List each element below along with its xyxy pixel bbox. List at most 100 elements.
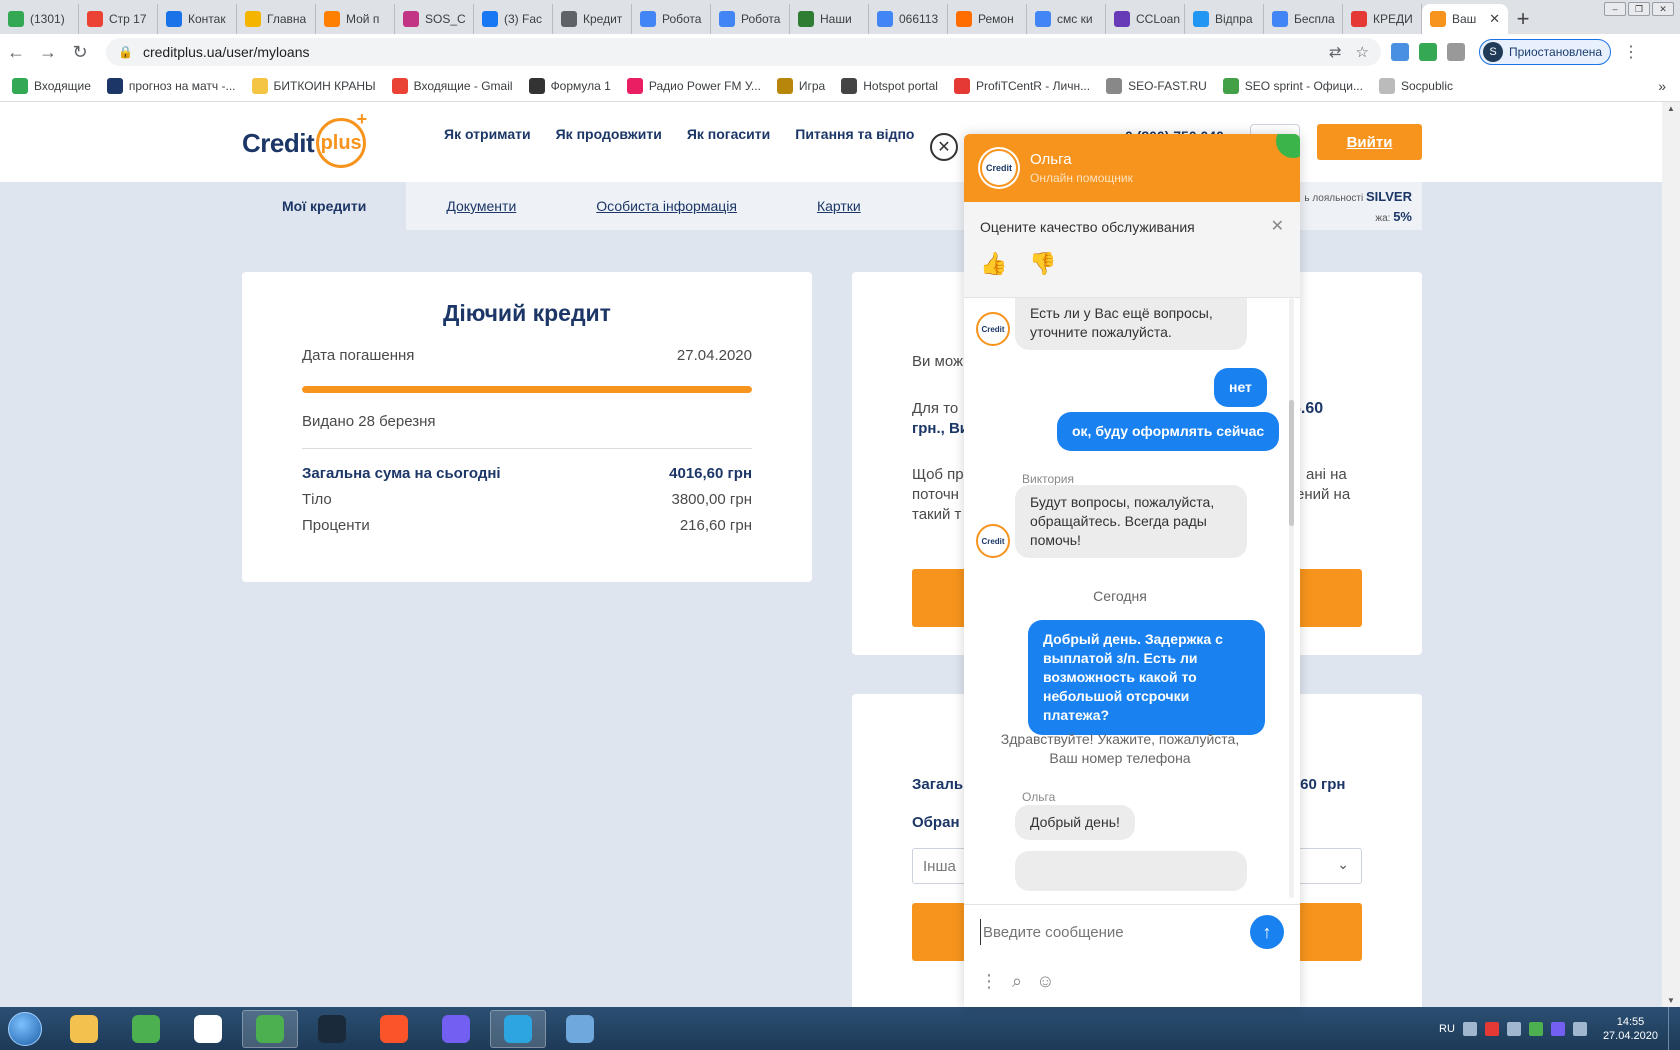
volume-icon[interactable] — [1462, 1021, 1477, 1036]
taskbar-app-viber[interactable] — [428, 1010, 484, 1048]
bookmark-item[interactable]: Игра — [776, 77, 825, 94]
bookmark-item[interactable]: прогноз на матч -... — [106, 77, 236, 94]
nav-how-to-extend[interactable]: Як продовжити — [556, 126, 662, 142]
paperclip-icon[interactable]: ⌕ — [1012, 971, 1022, 992]
extension-icon[interactable] — [1419, 43, 1437, 61]
reload-button[interactable]: ↻ — [64, 36, 96, 68]
browser-tab[interactable]: Стр 17 — [79, 4, 158, 34]
url-field[interactable]: 🔒 creditplus.ua/user/myloans ⇄ ☆ — [106, 38, 1381, 66]
start-button[interactable] — [0, 1007, 50, 1050]
tab-my-credits[interactable]: Мої кредити — [242, 182, 407, 230]
taskbar-app-chrome[interactable] — [242, 1009, 298, 1048]
tab-cards[interactable]: Картки — [777, 182, 901, 230]
bookmark-item[interactable]: ProfiTCentR - Личн... — [953, 77, 1090, 94]
browser-tab[interactable]: Наши — [790, 4, 869, 34]
bookmark-item[interactable]: Входящие — [12, 77, 91, 94]
chrome-tray-icon[interactable] — [1528, 1021, 1543, 1036]
extension-icon[interactable] — [1447, 43, 1465, 61]
chat-scroll-track[interactable] — [1289, 298, 1294, 898]
browser-tab[interactable]: Контак — [158, 4, 237, 34]
taskbar-app-nox[interactable] — [304, 1010, 360, 1048]
nav-faq[interactable]: Питання та відпо — [795, 126, 914, 142]
emoji-icon[interactable]: ☺ — [1036, 971, 1054, 992]
message-input[interactable] — [980, 919, 1240, 945]
translate-icon[interactable]: ⇄ — [1329, 43, 1342, 61]
maximize-icon[interactable]: ❐ — [1628, 2, 1650, 16]
taskbar-app-brave[interactable] — [366, 1010, 422, 1048]
bookmark-item[interactable]: БИТКОИН КРАНЫ — [251, 77, 376, 94]
taskbar-app-explorer[interactable] — [56, 1010, 112, 1048]
browser-tab[interactable]: Главна — [237, 4, 316, 34]
taskbar-app-telegram[interactable] — [490, 1009, 546, 1048]
close-tab-icon[interactable]: ✕ — [1489, 11, 1500, 27]
browser-tab[interactable]: 066113 — [869, 4, 948, 34]
profile-button[interactable]: S Приостановлена — [1479, 39, 1612, 65]
bookmark-item[interactable]: SEO sprint - Офици... — [1222, 77, 1363, 94]
warning-icon[interactable] — [1484, 1021, 1499, 1036]
new-tab-button[interactable]: + — [1508, 4, 1538, 34]
tab-personal-info[interactable]: Особиста інформація — [556, 182, 777, 230]
network-icon[interactable] — [1506, 1021, 1521, 1036]
browser-tab[interactable]: Мой п — [316, 4, 395, 34]
show-desktop-button[interactable] — [1668, 1007, 1680, 1050]
browser-menu-icon[interactable]: ⋮ — [1623, 42, 1639, 62]
scroll-down-icon[interactable]: ▼ — [1667, 996, 1675, 1005]
more-options-icon[interactable]: ⋮ — [980, 971, 998, 992]
page-scrollbar[interactable]: ▲ ▼ — [1662, 102, 1680, 1007]
scroll-up-icon[interactable]: ▲ — [1667, 104, 1675, 113]
browser-tab-active[interactable]: Ваш ✕ — [1422, 4, 1508, 34]
browser-tab[interactable]: Ремон — [948, 4, 1027, 34]
tray-icon[interactable] — [1572, 1021, 1587, 1036]
language-indicator[interactable]: RU — [1439, 1023, 1455, 1035]
tab-favicon-icon — [719, 11, 735, 27]
send-button[interactable]: ↑ — [1250, 915, 1284, 949]
logout-button[interactable]: Вийти — [1317, 124, 1422, 160]
browser-tab[interactable]: SOS_C — [395, 4, 474, 34]
bookmark-item[interactable]: SEO-FAST.RU — [1106, 77, 1207, 94]
tab-documents[interactable]: Документи — [406, 182, 556, 230]
minimize-icon[interactable]: ‒ — [1604, 2, 1626, 16]
thumbs-down-icon[interactable]: 👎 — [1029, 251, 1056, 277]
taskbar-app-yandex[interactable] — [180, 1010, 236, 1048]
bookmark-star-icon[interactable]: ☆ — [1356, 43, 1369, 61]
bookmark-item[interactable]: Socpublic — [1378, 77, 1453, 94]
bookmark-item[interactable]: Радио Power FM У... — [626, 77, 761, 94]
taskbar-app-icq[interactable] — [118, 1010, 174, 1048]
clock[interactable]: 14:55 27.04.2020 — [1603, 1015, 1658, 1043]
browser-tab[interactable]: (1301) — [0, 4, 79, 34]
bookmark-item[interactable]: Формула 1 — [528, 77, 611, 94]
extension-icon[interactable] — [1391, 43, 1409, 61]
browser-tab[interactable]: (3) Fac — [474, 4, 553, 34]
total-value: 4016,60 грн — [669, 465, 752, 482]
close-icon[interactable]: ✕ — [1271, 216, 1284, 236]
chat-scroll-thumb[interactable] — [1289, 400, 1294, 526]
close-chat-button[interactable]: ✕ — [930, 133, 958, 161]
bookmark-label: Socpublic — [1400, 78, 1453, 93]
browser-tab[interactable]: Робота — [632, 4, 711, 34]
browser-tab[interactable]: смс ки — [1027, 4, 1106, 34]
bookmark-item[interactable]: Входящие - Gmail — [391, 77, 513, 94]
more-bookmarks-icon[interactable]: » — [1658, 78, 1666, 94]
browser-tab[interactable]: CCLoan — [1106, 4, 1185, 34]
system-message: Здравствуйте! Укажите, пожалуйста, Ваш н… — [1000, 731, 1240, 766]
select-value: Інша — [923, 858, 956, 875]
thumbs-up-icon[interactable]: 👍 — [980, 251, 1007, 277]
back-button[interactable]: ← — [0, 36, 32, 68]
forward-button[interactable]: → — [32, 36, 64, 68]
repayment-progress — [302, 386, 752, 393]
bookmark-item[interactable]: Hotspot portal — [841, 77, 938, 94]
nav-how-to-get[interactable]: Як отримати — [444, 126, 531, 142]
browser-tab[interactable]: Беспла — [1264, 4, 1343, 34]
browser-tab[interactable]: Відпра — [1185, 4, 1264, 34]
tab-title: Стр 17 — [109, 12, 147, 26]
tab-title: смс ки — [1057, 12, 1093, 26]
browser-tab[interactable]: Кредит — [553, 4, 632, 34]
viber-tray-icon[interactable] — [1550, 1021, 1565, 1036]
close-window-icon[interactable]: ✕ — [1652, 2, 1674, 16]
nav-how-to-repay[interactable]: Як погасити — [687, 126, 770, 142]
browser-tab[interactable]: КРЕДИ — [1343, 4, 1422, 34]
taskbar-app-notepad[interactable] — [552, 1010, 608, 1048]
browser-tab[interactable]: Робота — [711, 4, 790, 34]
creditplus-logo[interactable]: Credit plus — [242, 109, 367, 170]
message-list[interactable]: Credit Есть ли у Вас ещё вопросы, уточни… — [964, 298, 1300, 900]
